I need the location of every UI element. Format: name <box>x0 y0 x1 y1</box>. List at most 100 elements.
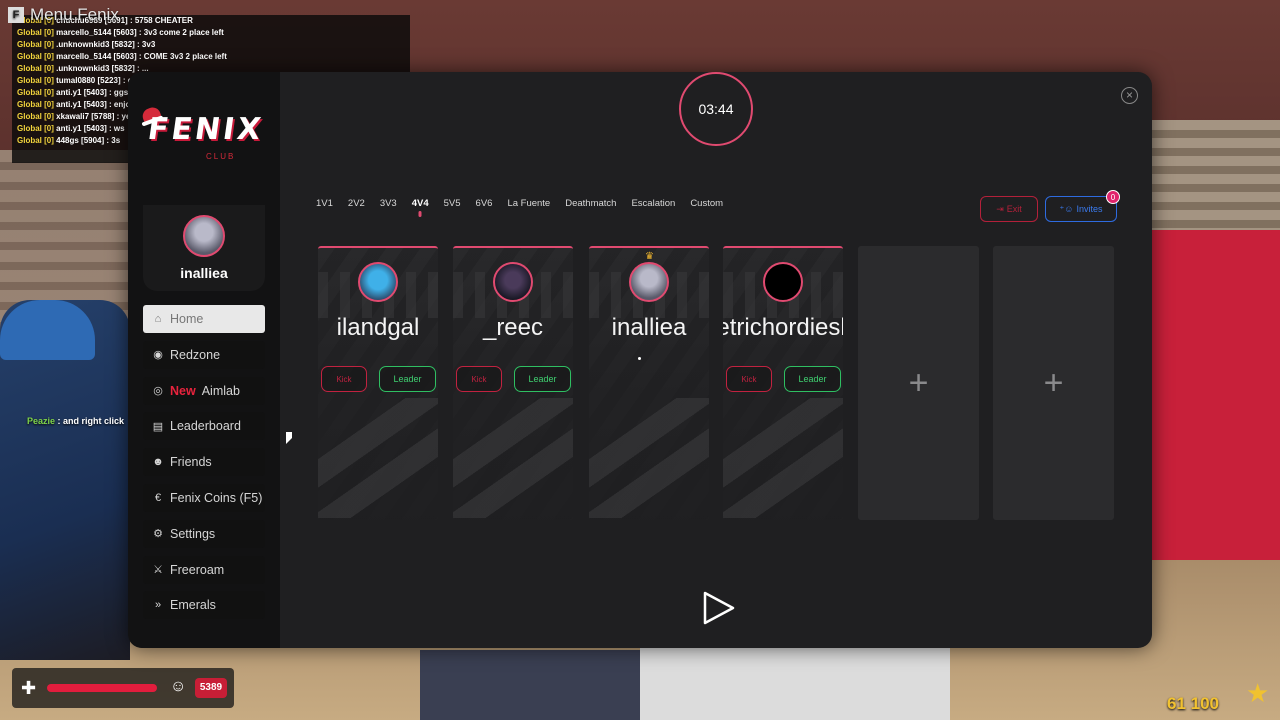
sidebar-item-fenix-coins-f5[interactable]: € Fenix Coins (F5) <box>143 483 265 512</box>
chat-tag: Global [0] <box>17 112 54 121</box>
player-id-badge: 5389 <box>195 678 227 698</box>
tab-1v1[interactable]: 1V1 <box>316 196 333 212</box>
close-button[interactable]: × <box>1121 87 1138 104</box>
profile-avatar[interactable] <box>183 215 225 257</box>
card-background-logo <box>589 398 709 518</box>
player-name: ilandgal <box>336 314 420 341</box>
player-name: getrichordieslime <box>723 314 843 341</box>
chat-text: anti.y1 [5403] : enjoy <box>56 100 135 109</box>
sidebar-item-emerals[interactable]: » Emerals <box>143 591 265 620</box>
background-character-shirt-dark <box>420 650 640 720</box>
chat-text: anti.y1 [5403] : ggs g <box>56 88 136 97</box>
chat-text: marcello_5144 [5603] : 3v3 come 2 place … <box>56 28 224 37</box>
gear-icon: ⚙ <box>153 528 163 541</box>
health-bar <box>47 684 157 692</box>
sidebar-nav: ⌂ Home ◉ Redzone ◎ New Aimlab ▤ Leaderboard ☻ Frie… <box>143 305 265 627</box>
play-button[interactable] <box>702 590 736 626</box>
tab-3v3[interactable]: 3V3 <box>380 196 397 212</box>
chat-text: .unknownkid3 [5832] : ... <box>56 64 149 73</box>
tab-6v6[interactable]: 6V6 <box>476 196 493 212</box>
chat-text: 448gs [5904] : 3s <box>56 136 121 145</box>
chat-text: anti.y1 [5403] : ws <box>56 124 125 133</box>
coin-icon: € <box>154 491 162 504</box>
exit-label: Exit <box>1006 204 1022 214</box>
card-background-logo <box>453 398 573 518</box>
player-name: _reec <box>482 314 544 341</box>
leader-button[interactable]: Leader <box>514 366 571 392</box>
chat-tag: Global [0] <box>17 40 54 49</box>
empty-slot[interactable]: + <box>858 246 979 520</box>
empty-slot[interactable]: + <box>993 246 1114 520</box>
window-title-text: Menu Fenix <box>30 5 119 24</box>
leader-button[interactable]: Leader <box>784 366 841 392</box>
card-background-logo <box>318 398 438 518</box>
exit-button[interactable]: ⇥ Exit <box>980 196 1038 222</box>
overlay-chat: Peazie : and right click <box>27 416 124 426</box>
crown-icon: ♛ <box>645 251 654 262</box>
sidebar-item-label: Settings <box>170 526 216 541</box>
brand-name: FENIX <box>145 112 266 147</box>
player-card: ♛ inalliea <box>589 246 709 520</box>
exit-icon: ⇥ <box>996 203 1004 214</box>
sidebar-item-home[interactable]: ⌂ Home <box>143 305 265 333</box>
tab-la-fuente[interactable]: La Fuente <box>507 196 550 212</box>
overlay-chat-text: : and right click <box>55 416 125 426</box>
tab-deathmatch[interactable]: Deathmatch <box>565 196 616 212</box>
chat-tag: Global [0] <box>17 76 54 85</box>
chat-text: xkawali7 [5788] : ye <box>56 112 131 121</box>
swords-icon: ⚔ <box>153 564 163 577</box>
chat-line: Global [0] marcello_5144 [5603] : 3v3 co… <box>17 27 405 39</box>
player-card: ilandgal Kick Leader <box>318 246 438 520</box>
chat-text: tumal0880 [5223] : gr <box>56 76 136 85</box>
chat-tag: Global [0] <box>17 124 54 133</box>
tab-5v5[interactable]: 5V5 <box>444 196 461 212</box>
chat-tag: Global [0] <box>17 28 54 37</box>
chat-text: .unknownkid3 [5832] : 3v3 <box>56 40 156 49</box>
background-red-mat <box>1150 230 1280 590</box>
fenix-small-icon: F <box>8 7 24 23</box>
score: 61 100 <box>1167 694 1219 713</box>
player-avatar <box>763 262 803 302</box>
player-icon: ☺ <box>170 678 187 695</box>
plus-icon: + <box>1043 363 1064 402</box>
sidebar-item-freeroam[interactable]: ⚔ Freeroam <box>143 555 265 584</box>
sidebar-item-label: Fenix Coins (F5) <box>170 490 263 505</box>
player-name: inalliea <box>611 314 687 341</box>
background-character-cap <box>0 300 95 360</box>
sidebar-item-friends[interactable]: ☻ Friends <box>143 448 265 477</box>
sidebar-item-label: Leaderboard <box>170 419 241 434</box>
brand-sub: CLUB <box>206 152 236 161</box>
invites-label: Invites <box>1076 204 1103 214</box>
tab-escalation[interactable]: Escalation <box>631 196 675 212</box>
sidebar-item-settings[interactable]: ⚙ Settings <box>143 519 265 548</box>
chat-tag: Global [0] <box>17 88 54 97</box>
sidebar-item-label: Home <box>170 312 204 326</box>
redzone-icon: ◉ <box>153 349 163 362</box>
chat-line: Global [0] .unknownkid3 [5832] : 3v3 <box>17 39 405 51</box>
kick-button[interactable]: Kick <box>321 366 367 392</box>
sidebar-item-aimlab[interactable]: ◎ New Aimlab <box>143 376 265 405</box>
overlay-chat-author: Peazie <box>27 416 56 426</box>
chat-tag: Global [0] <box>17 100 54 109</box>
kick-button[interactable]: Kick <box>456 366 502 392</box>
decorative-dot <box>638 357 641 360</box>
leader-button[interactable]: Leader <box>379 366 436 392</box>
card-background-logo <box>723 398 843 518</box>
new-badge: New <box>170 383 196 398</box>
kick-button[interactable]: Kick <box>726 366 772 392</box>
tab-4v4[interactable]: 4V4 <box>412 196 429 212</box>
friends-icon: ☻ <box>152 456 164 469</box>
add-user-icon: ⁺☺ <box>1059 203 1074 214</box>
aimlab-icon: ◎ <box>153 385 163 398</box>
health-icon: ✚ <box>21 678 37 698</box>
mouse-cursor <box>286 432 292 444</box>
sidebar-item-redzone[interactable]: ◉ Redzone <box>143 340 265 369</box>
sidebar-item-leaderboard[interactable]: ▤ Leaderboard <box>143 412 265 441</box>
tab-2v2[interactable]: 2V2 <box>348 196 365 212</box>
player-avatar <box>358 262 398 302</box>
chat-line: Global [0] marcello_5144 [5603] : COME 3… <box>17 51 405 63</box>
sidebar-item-label: Emerals <box>170 598 216 613</box>
mode-tabs: 1V1 2V2 3V3 4V4 5V5 6V6 La Fuente Deathmatch Esc… <box>316 196 738 212</box>
chat-tag: Global [0] <box>17 136 54 145</box>
tab-custom[interactable]: Custom <box>690 196 723 212</box>
